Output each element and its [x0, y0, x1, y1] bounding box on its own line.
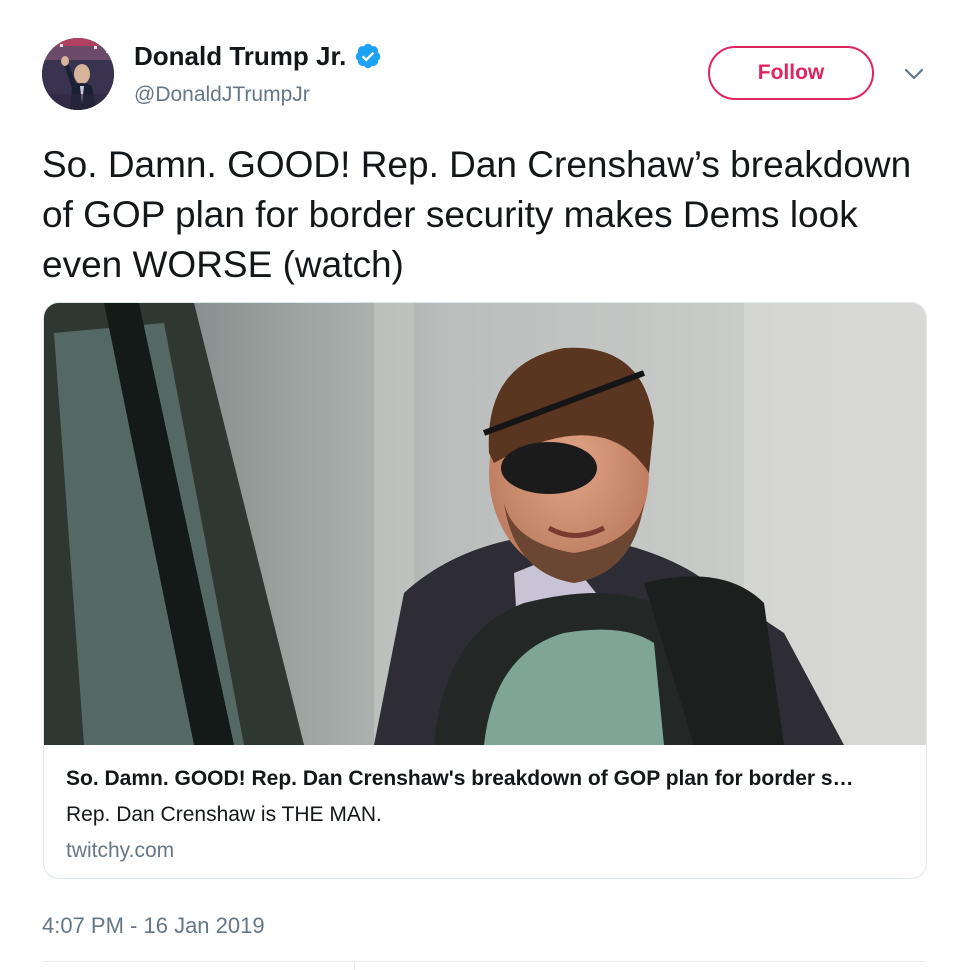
card-title: So. Damn. GOOD! Rep. Dan Crenshaw's brea… [66, 767, 854, 790]
author-name-text: Donald Trump Jr. [134, 41, 347, 71]
avatar-photo [42, 38, 114, 110]
link-preview-card[interactable]: So. Damn. GOOD! Rep. Dan Crenshaw's brea… [43, 302, 927, 879]
verified-badge-icon [356, 43, 381, 69]
card-domain: twitchy.com [66, 839, 175, 862]
footer-divider-tick [354, 961, 355, 970]
author-name[interactable]: Donald Trump Jr. [134, 40, 382, 72]
footer-divider [42, 961, 926, 962]
card-image [44, 303, 926, 745]
tweet-timestamp[interactable]: 4:07 PM - 16 Jan 2019 [42, 912, 265, 940]
author-avatar[interactable] [42, 38, 114, 110]
chevron-down-icon[interactable] [902, 64, 926, 84]
follow-button[interactable]: Follow [708, 46, 874, 100]
tweet-text: So. Damn. GOOD! Rep. Dan Crenshaw’s brea… [42, 144, 912, 285]
card-description: Rep. Dan Crenshaw is THE MAN. [66, 803, 382, 826]
author-handle[interactable]: @DonaldJTrumpJr [134, 82, 310, 108]
